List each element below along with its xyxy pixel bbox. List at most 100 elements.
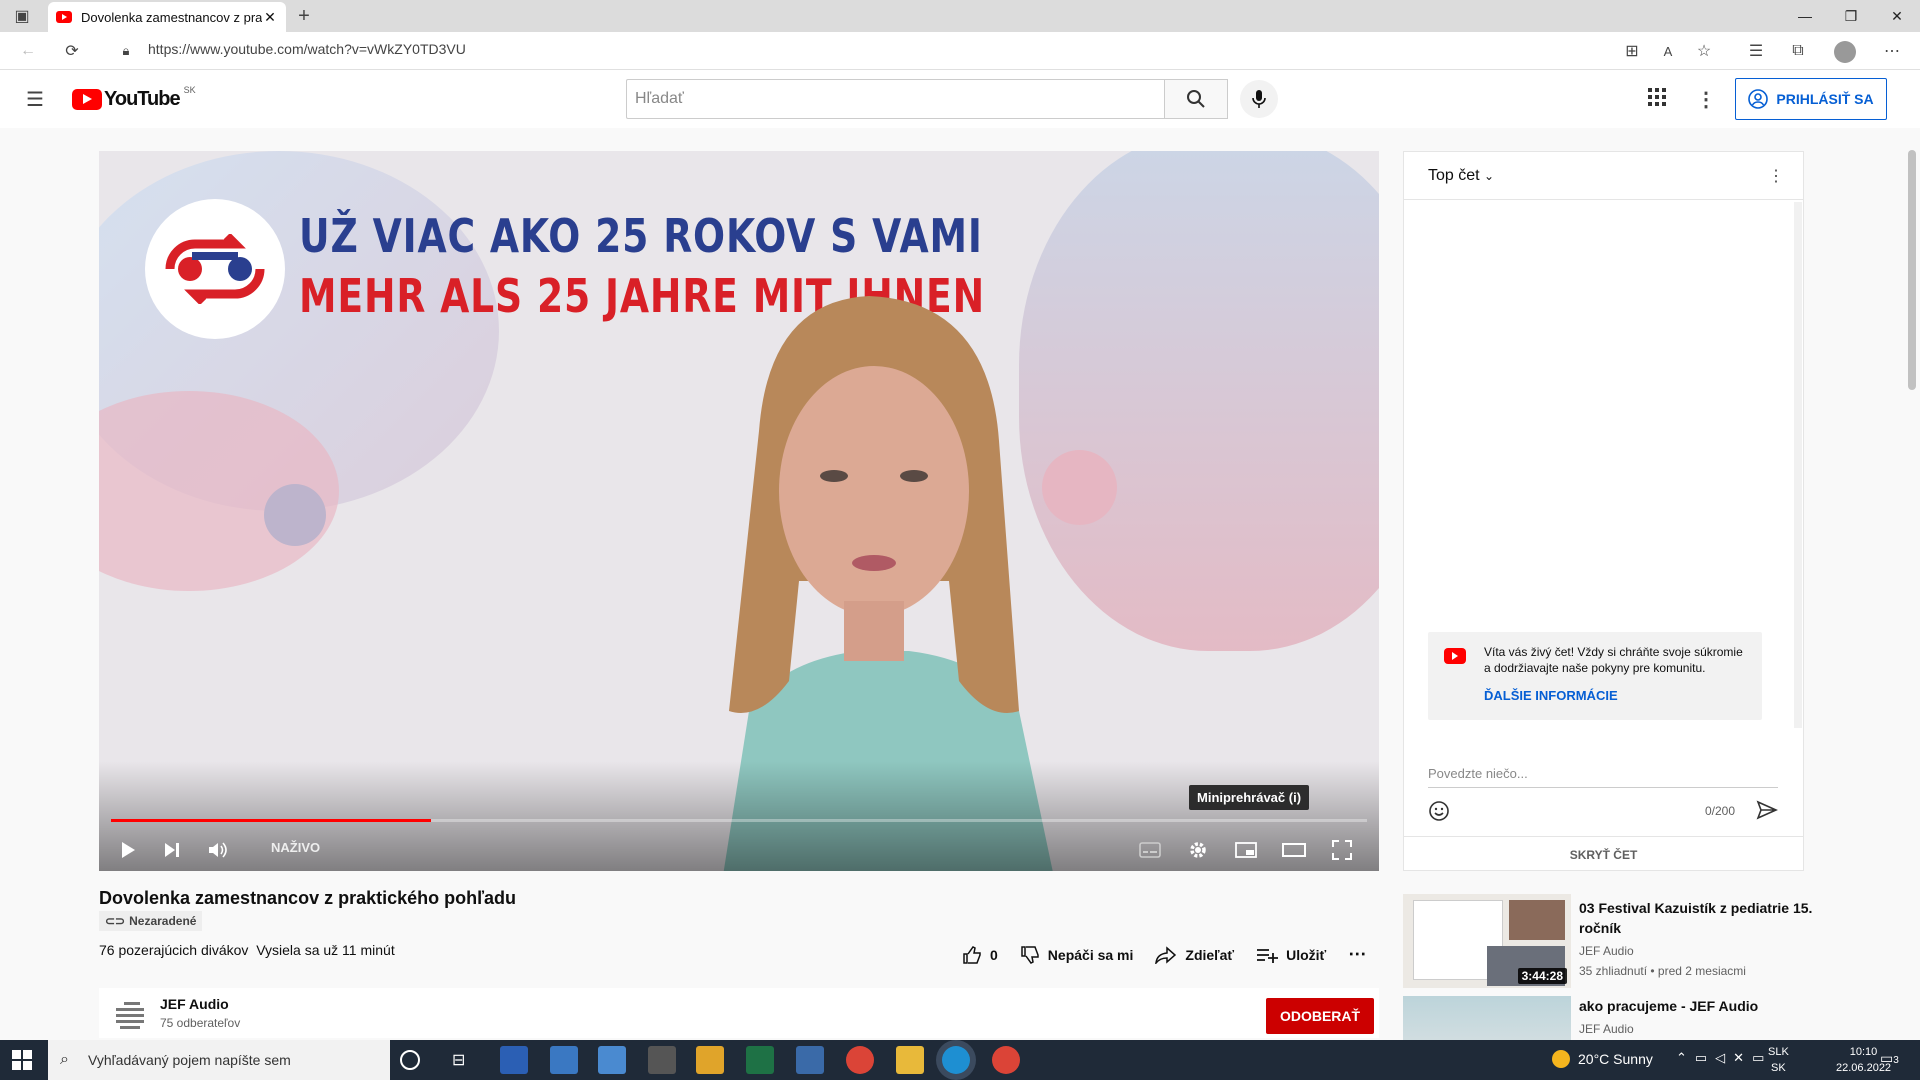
tab-close-icon[interactable]: ✕ [262,9,278,26]
read-aloud-icon[interactable]: A [1656,39,1680,63]
subtitles-button[interactable] [1135,835,1165,865]
live-label[interactable]: NAŽIVO [271,840,320,855]
chat-scrollbar[interactable] [1794,202,1802,728]
edge-icon[interactable] [942,1046,970,1074]
settings-more-icon[interactable]: ⋮ [1694,87,1718,111]
recommendation-item[interactable]: ako pracujeme - JEF Audio JEF Audio [1403,996,1823,1080]
country-code: SK [183,84,196,95]
youtube-icon [1444,648,1466,664]
recommendation-title: 03 Festival Kazuistík z pediatrie 15. ro… [1579,900,1813,936]
channel-row [99,988,1379,1038]
app-icon[interactable] [648,1046,676,1074]
next-icon [165,843,179,857]
collections-icon[interactable]: ⧉ [1786,39,1810,63]
window-close-icon[interactable]: ✕ [1874,0,1920,32]
weather-widget[interactable]: 20°C Sunny [1552,1050,1653,1068]
recommendation-title: ako pracujeme - JEF Audio [1579,998,1759,1014]
recommendation-item[interactable]: 3:44:28 03 Festival Kazuistík z pediatri… [1403,894,1823,988]
search-input[interactable]: Hľadať [626,79,1164,119]
refresh-icon[interactable]: ⟳ [60,39,84,63]
banner-text-sk: UŽ VIAC AKO 25 ROKOV S VAMI [299,209,983,263]
taskbar-search-placeholder: Vyhľadávaný pojem napíšte sem [88,1052,291,1068]
file-explorer-icon[interactable] [896,1046,924,1074]
favorite-icon[interactable]: ☆ [1692,39,1716,63]
word-icon[interactable] [500,1046,528,1074]
restore-icon[interactable]: ❐ [1828,0,1874,32]
visibility-label: Nezaradené [129,914,197,928]
guide-menu-icon[interactable]: ☰ [23,87,47,111]
thumbs-up-icon [963,945,981,964]
chat-mode-dropdown[interactable]: Top čet ⌄ [1428,167,1494,185]
save-button[interactable]: Uložiť [1256,947,1326,963]
fullscreen-button[interactable] [1327,835,1357,865]
chat-more-icon[interactable]: ⋮ [1764,164,1788,188]
lock-icon[interactable]: 🔒︎ [114,39,138,63]
dislike-button[interactable]: Nepáči sa mi [1020,945,1133,965]
fullscreen-icon [1332,840,1352,860]
minimize-icon[interactable]: — [1782,0,1828,32]
language-indicator[interactable]: SLK SK [1768,1044,1789,1076]
app-icon[interactable] [598,1046,626,1074]
signin-button[interactable]: PRIHLÁSIŤ SA [1735,78,1887,120]
next-button[interactable] [157,835,187,865]
cortana-icon[interactable] [400,1050,420,1070]
recommendation-thumbnail[interactable]: 3:44:28 [1403,894,1571,988]
browser-menu-icon[interactable]: ⋯ [1880,39,1904,63]
live-chat-panel [1403,151,1804,871]
profile-icon[interactable] [1834,41,1856,63]
store-icon[interactable] [550,1046,578,1074]
subscribe-button[interactable]: ODOBERAŤ [1266,998,1374,1034]
viewers-count: 76 pozerajúcich divákov [99,942,249,958]
like-button[interactable]: 0 [962,945,998,965]
task-view-icon[interactable]: ⊟ [452,1050,465,1070]
more-info-link[interactable]: ĎALŠIE INFORMÁCIE [1484,688,1618,703]
play-button[interactable] [113,835,143,865]
windows-start-icon[interactable] [12,1050,32,1075]
url-field[interactable]: https://www.youtube.com/watch?v=vWkZY0TD… [148,41,466,57]
theater-mode-icon [1282,843,1306,857]
new-tab-icon[interactable]: + [292,4,316,28]
app-available-icon[interactable]: ⊞ [1620,39,1644,63]
notifications-icon[interactable]: ▭3 [1880,1050,1899,1067]
thumbs-down-icon [1021,945,1039,964]
excel-icon[interactable] [746,1046,774,1074]
channel-name[interactable]: JEF Audio [160,996,229,1012]
tab-actions-icon[interactable]: ▣ [10,4,34,28]
calculator-icon[interactable] [796,1046,824,1074]
taskbar-search[interactable]: ⌕ Vyhľadávaný pojem napíšte sem [48,1040,390,1080]
channel-avatar[interactable] [110,994,150,1034]
chat-input[interactable]: Povedzte niečo... [1428,766,1778,788]
volume-icon [209,842,227,858]
system-tray-icons[interactable]: ⌃▭◁✕▭ [1676,1050,1772,1066]
link-icon: ⊂⊃ [105,914,126,928]
company-logo [145,199,285,339]
video-duration: 3:44:28 [1517,968,1567,984]
apps-icon[interactable] [1648,88,1666,111]
chrome-icon[interactable] [992,1046,1020,1074]
unlisted-badge: ⊂⊃ Nezaradené [99,911,203,931]
outlook-icon[interactable] [696,1046,724,1074]
chat-welcome-banner: Víta vás živý čet! Vždy si chráňte svoje… [1428,632,1762,720]
browser-tab[interactable]: Dovolenka zamestnancov z prak ✕ [48,2,286,32]
search-button[interactable] [1164,79,1228,119]
theater-button[interactable] [1279,835,1309,865]
more-actions-icon[interactable]: ⋯ [1348,944,1366,965]
play-icon [122,842,135,858]
mute-button[interactable] [203,835,233,865]
emoji-icon[interactable] [1428,800,1450,827]
recommendation-meta: 35 zhliadnutí • pred 2 mesiacmi [1579,964,1746,978]
voice-search-button[interactable] [1240,80,1278,118]
send-icon[interactable] [1756,800,1778,825]
youtube-logo[interactable]: YouTube SK [72,84,196,111]
progress-bar[interactable] [111,819,1367,822]
share-button[interactable]: Zdieľať [1155,945,1234,964]
miniplayer-button[interactable] [1231,835,1261,865]
favorites-icon[interactable]: ☰ [1744,39,1768,63]
video-player[interactable]: UŽ VIAC AKO 25 ROKOV S VAMI MEHR ALS 25 … [99,151,1379,871]
weather-text: 20°C Sunny [1578,1051,1653,1067]
hide-chat-button[interactable]: SKRYŤ ČET [1404,848,1803,862]
page-scrollbar[interactable] [1908,150,1916,390]
chrome-icon[interactable] [846,1046,874,1074]
settings-button[interactable] [1183,835,1213,865]
back-icon[interactable]: ← [16,39,40,63]
